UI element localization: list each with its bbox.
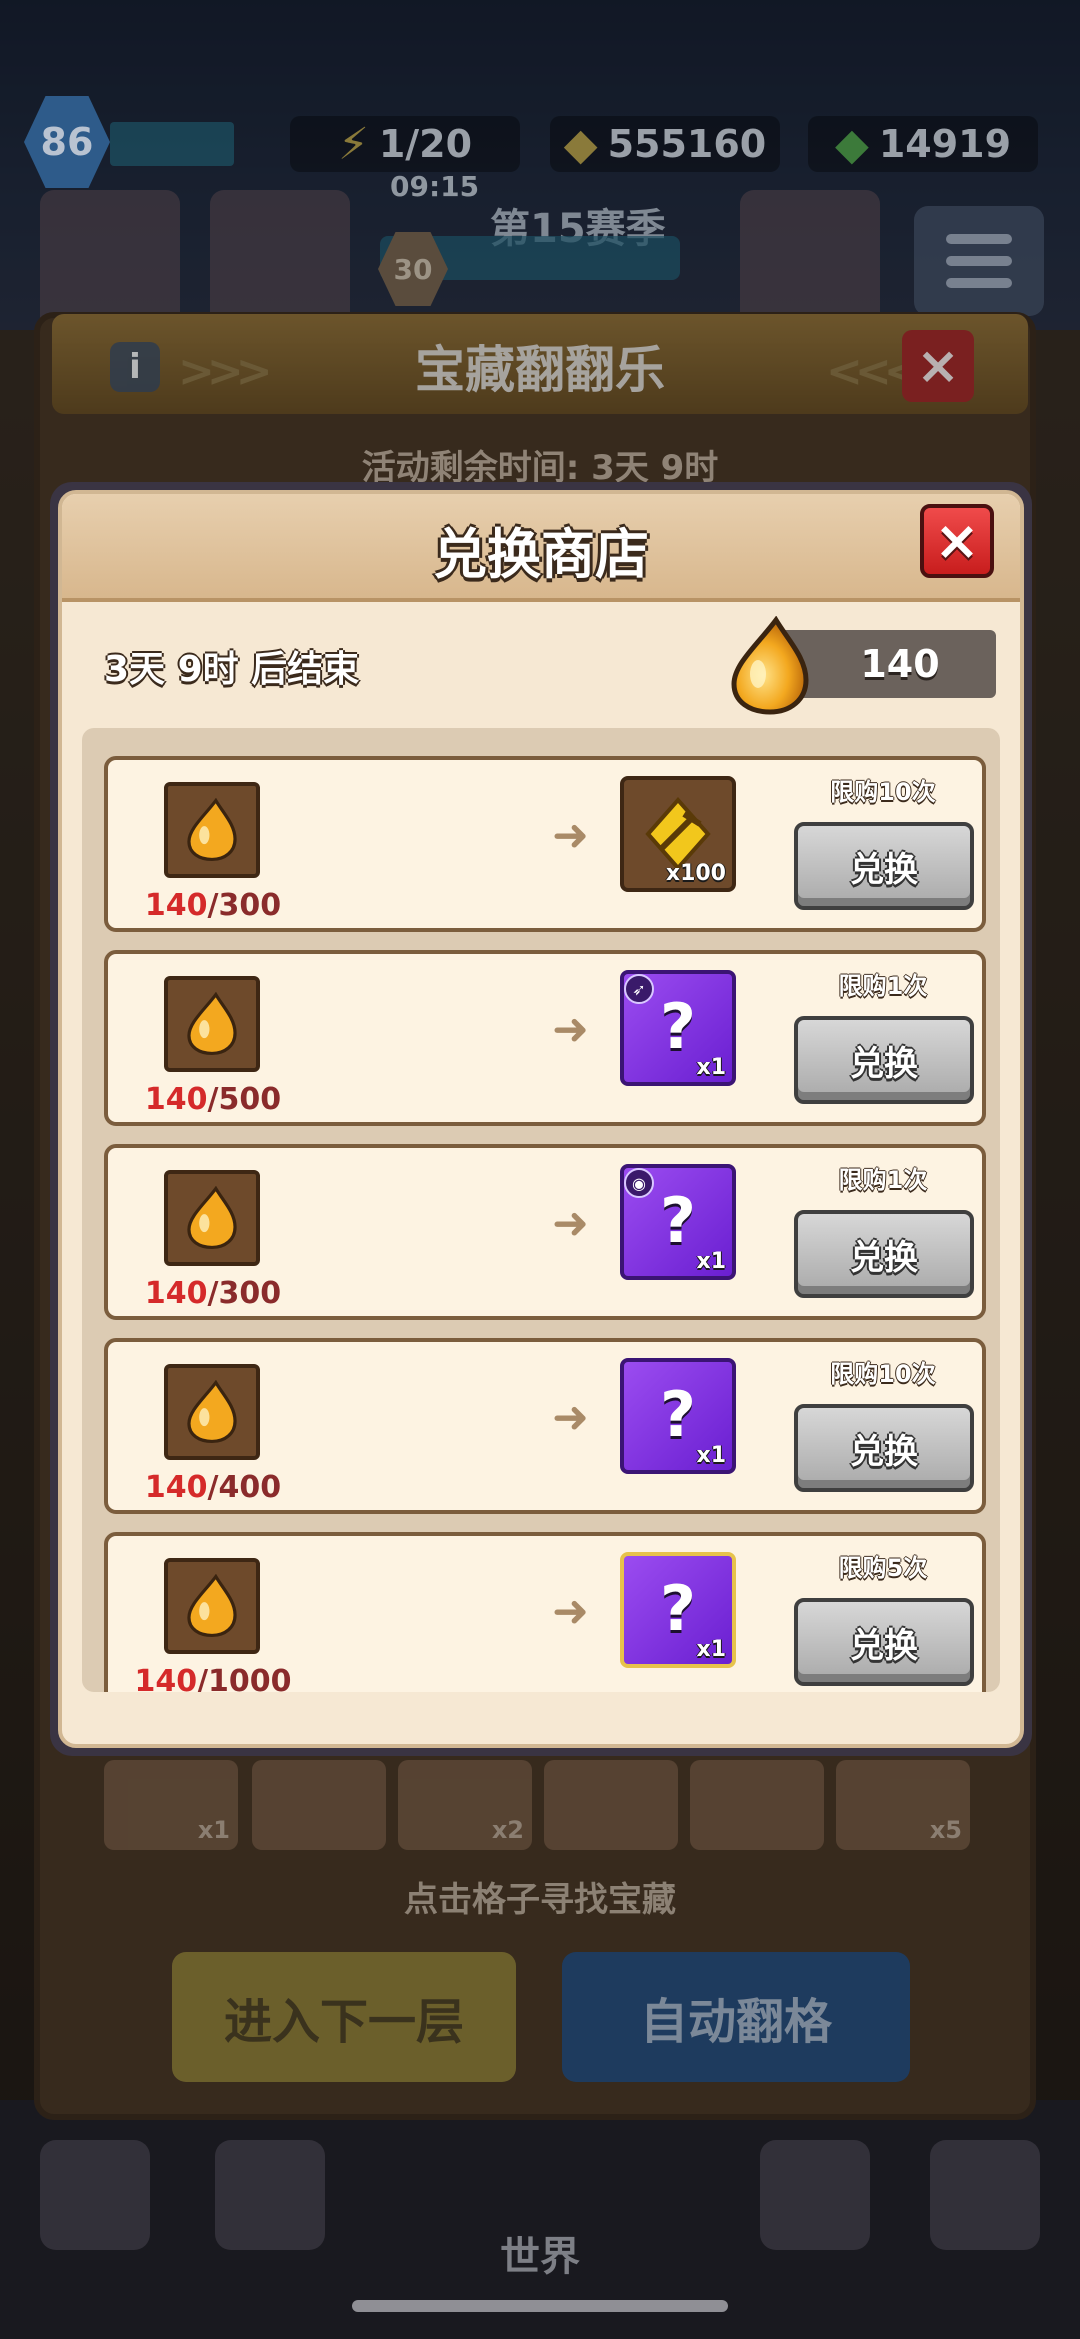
gold-diamond-icon: ◆ [563,118,598,170]
energy-value: 1/20 [378,122,473,166]
exchange-button[interactable]: 兑换 [794,822,974,910]
cost-progress: 140/300 [144,1276,282,1311]
exchange-item-row: 140/500 ➜ ➶ ? x1 限购1次 兑换 [104,950,986,1126]
cost-icon-box [164,976,260,1072]
reward-item[interactable]: x100 [620,776,736,892]
exchange-item-list[interactable]: 140/300 ➜ x100 限购10次 兑换 140/500 ➜ ➶ ? x1 [82,728,1000,1692]
amber-drop-icon [187,1574,237,1638]
board-slot-star[interactable] [252,1760,386,1850]
cost-icon-box [164,1170,260,1266]
reward-item[interactable]: ? x1 [620,1552,736,1668]
exchange-button[interactable]: 兑换 [794,1598,974,1686]
chevron-right-icon: >>> [178,346,273,397]
purchase-limit: 限购10次 [830,778,936,806]
cost-progress: 140/400 [144,1470,282,1505]
nav-world-label[interactable]: 世界 [0,2224,1080,2282]
home-indicator[interactable] [352,2300,728,2312]
menu-icon-line [946,278,1012,288]
board-slot[interactable]: x1 [104,1760,238,1850]
purchase-limit: 限购10次 [830,1360,936,1388]
board-slot-star[interactable] [544,1760,678,1850]
chevron-left-icon: <<< [826,346,921,397]
cost-icon-box [164,1558,260,1654]
close-icon: × [934,509,980,572]
mystery-fragment-icon: ? [660,1378,696,1451]
info-icon[interactable]: i [110,342,160,392]
exchange-item-row: 140/300 ➜ x100 限购10次 兑换 [104,756,986,932]
gem-icon: ◆ [834,118,869,170]
energy-counter[interactable]: ⚡ 1/20 [290,116,520,172]
mystery-bow-icon: ? [660,990,696,1063]
cost-icon-box [164,1364,260,1460]
exchange-item-row: 140/400 ➜ ? x1 限购10次 兑换 [104,1338,986,1514]
arrow-right-icon: ➜ [552,1198,589,1249]
reward-item[interactable]: ➶ ? x1 [620,970,736,1086]
board-slot[interactable]: x2 [398,1760,532,1850]
amber-drop-icon [187,1186,237,1250]
close-button[interactable]: × [920,504,994,578]
currency-balance: 140 [860,642,940,686]
menu-icon-line [946,234,1012,244]
arrow-right-icon: ➜ [552,1004,589,1055]
amber-drop-icon [187,798,237,862]
purchase-limit: 限购5次 [838,1554,928,1582]
mystery-belt-icon: ? [660,1184,696,1257]
gem-counter[interactable]: ◆ 14919 [808,116,1038,172]
purchase-limit: 限购1次 [838,972,928,1000]
exchange-item-row: 140/300 ➜ ◉ ? x1 限购1次 兑换 [104,1144,986,1320]
cost-progress: 140/500 [144,1082,282,1117]
exchange-button[interactable]: 兑换 [794,1404,974,1492]
exchange-button[interactable]: 兑换 [794,1016,974,1104]
event-close-button[interactable]: × [902,330,974,402]
reward-item[interactable]: ? x1 [620,1358,736,1474]
energy-timer: 09:15 [390,170,480,203]
menu-icon-line [946,256,1012,266]
board-slot[interactable]: x5 [836,1760,970,1850]
cost-icon-box [164,782,260,878]
xp-bar [110,122,234,166]
exchange-shop-title: 兑换商店 [433,523,649,586]
exchange-button[interactable]: 兑换 [794,1210,974,1298]
find-treasure-hint: 点击格子寻找宝藏 [404,1880,676,1920]
board-slot-star[interactable] [690,1760,824,1850]
arrow-right-icon: ➜ [552,1586,589,1637]
amber-drop-icon [187,1380,237,1444]
cost-progress: 140/1000 [134,1664,292,1692]
exchange-item-row: 140/1000 ➜ ? x1 限购5次 兑换 [104,1532,986,1692]
arrow-right-icon: ➜ [552,810,589,861]
gem-value: 14919 [878,122,1012,166]
purchase-limit: 限购1次 [838,1166,928,1194]
gold-value: 555160 [607,122,767,166]
next-floor-button[interactable]: 进入下一层 [172,1952,516,2082]
lightning-icon: ⚡ [337,118,369,170]
reward-item[interactable]: ◉ ? x1 [620,1164,736,1280]
shop-end-countdown: 3天 9时 后结束 [104,649,360,690]
auto-flip-button[interactable]: 自动翻格 [562,1952,910,2082]
amber-drop-icon [187,992,237,1056]
cost-progress: 140/300 [144,888,282,923]
mystery-fragment-icon: ? [660,1572,696,1645]
gold-counter[interactable]: ◆ 555160 [550,116,780,172]
arrow-right-icon: ➜ [552,1392,589,1443]
